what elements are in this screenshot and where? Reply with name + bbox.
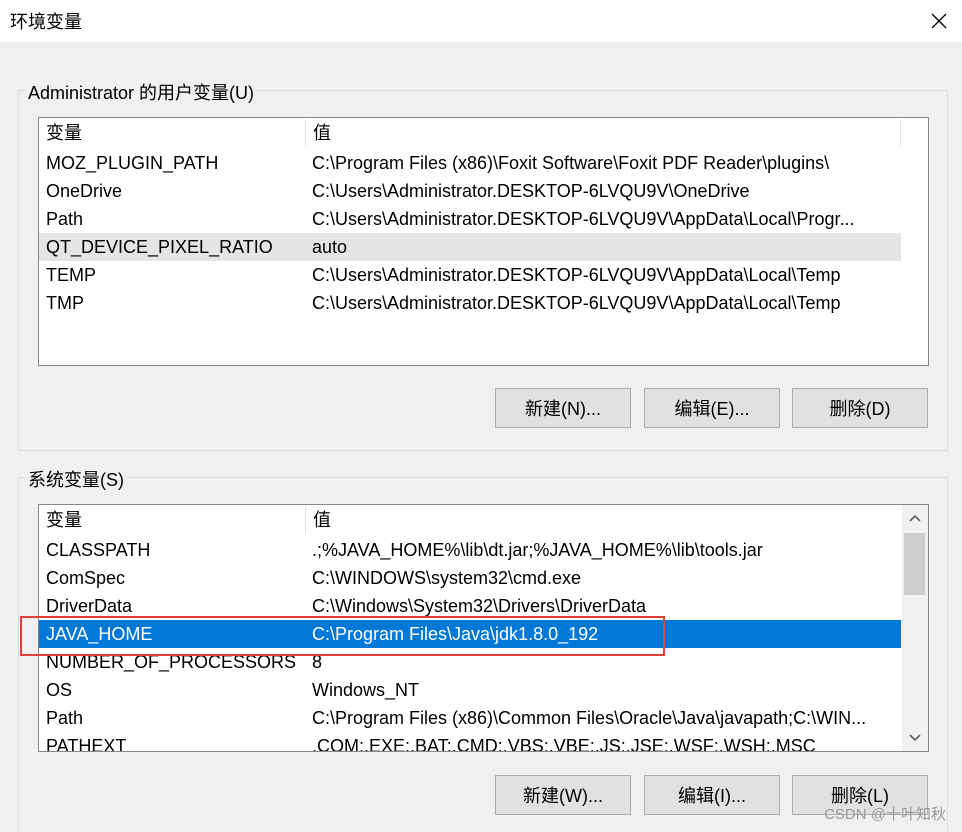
column-header-value[interactable]: 值 xyxy=(306,505,900,535)
variable-name-cell: OneDrive xyxy=(46,181,123,201)
chevron-up-icon xyxy=(909,514,921,522)
table-row[interactable]: Path C:\Program Files (x86)\Common Files\… xyxy=(39,704,901,732)
table-row[interactable]: QT_DEVICE_PIXEL_RATIO auto xyxy=(39,233,901,261)
scroll-up-arrow[interactable] xyxy=(902,505,928,531)
watermark: CSDN @十叶知秋 xyxy=(824,806,946,823)
variable-value-cell: C:\Program Files (x86)\Foxit Software\Fo… xyxy=(312,153,830,173)
variable-name-cell: JAVA_HOME xyxy=(46,624,153,644)
variable-value-cell: .;%JAVA_HOME%\lib\dt.jar;%JAVA_HOME%\lib… xyxy=(312,540,763,560)
table-row[interactable]: TEMP C:\Users\Administrator.DESKTOP-6LVQU… xyxy=(39,261,901,289)
variable-value-cell: C:\Users\Administrator.DESKTOP-6LVQU9V\A… xyxy=(312,293,841,313)
variable-name-cell: Path xyxy=(46,708,84,728)
vertical-scrollbar[interactable] xyxy=(902,505,928,751)
user-new-button[interactable]: 新建(N)... xyxy=(495,388,631,428)
table-row[interactable]: ComSpec C:\WINDOWS\system32\cmd.exe xyxy=(39,564,901,592)
variable-value-cell: C:\Users\Administrator.DESKTOP-6LVQU9V\A… xyxy=(312,265,841,285)
title-bar: 环境变量 xyxy=(0,0,962,42)
scroll-down-arrow[interactable] xyxy=(902,725,928,751)
variable-name-cell: PATHEXT xyxy=(46,736,127,752)
variable-name-cell: MOZ_PLUGIN_PATH xyxy=(46,153,219,173)
system-new-button[interactable]: 新建(W)... xyxy=(495,775,631,815)
close-button[interactable] xyxy=(916,0,962,42)
table-row[interactable]: OS Windows_NT xyxy=(39,676,901,704)
column-header-name[interactable]: 变量 xyxy=(39,118,305,148)
variable-name-cell: QT_DEVICE_PIXEL_RATIO xyxy=(46,237,273,257)
variable-value-cell: C:\WINDOWS\system32\cmd.exe xyxy=(312,568,582,588)
column-separator[interactable] xyxy=(900,119,901,147)
user-list-header: 变量 值 xyxy=(39,118,928,148)
variable-value-cell: auto xyxy=(312,237,348,257)
column-header-name[interactable]: 变量 xyxy=(39,505,305,535)
user-delete-button[interactable]: 删除(D) xyxy=(792,388,928,428)
table-row[interactable]: NUMBER_OF_PROCESSORS 8 xyxy=(39,648,901,676)
chevron-down-icon xyxy=(909,734,921,742)
system-list-header: 变量 值 xyxy=(39,505,928,535)
column-header-value[interactable]: 值 xyxy=(306,118,900,148)
variable-value-cell: Windows_NT xyxy=(312,680,420,700)
scroll-thumb[interactable] xyxy=(904,533,925,595)
window-title: 环境变量 xyxy=(10,12,82,32)
variable-value-cell: 8 xyxy=(312,652,323,672)
table-row[interactable]: DriverData C:\Windows\System32\Drivers\Dr… xyxy=(39,592,901,620)
table-row[interactable]: Path C:\Users\Administrator.DESKTOP-6LVQU… xyxy=(39,205,901,233)
system-variables-list[interactable]: 变量 值 CLASSPATH .;%JAVA_HOME%\lib\dt.jar;%… xyxy=(38,504,929,752)
close-icon xyxy=(931,13,947,29)
variable-name-cell: CLASSPATH xyxy=(46,540,151,560)
variable-value-cell: C:\Users\Administrator.DESKTOP-6LVQU9V\A… xyxy=(312,209,855,229)
user-variables-list[interactable]: 变量 值 MOZ_PLUGIN_PATH C:\Program Files (x8… xyxy=(38,117,929,366)
table-row[interactable]: MOZ_PLUGIN_PATH C:\Program Files (x86)\Fo… xyxy=(39,149,901,177)
variable-name-cell: TMP xyxy=(46,293,84,313)
variable-name-cell: OS xyxy=(46,680,73,700)
system-edit-button[interactable]: 编辑(I)... xyxy=(644,775,780,815)
table-row[interactable]: OneDrive C:\Users\Administrator.DESKTOP-6… xyxy=(39,177,901,205)
variable-name-cell: NUMBER_OF_PROCESSORS xyxy=(46,652,297,672)
variable-name-cell: TEMP xyxy=(46,265,97,285)
variable-value-cell: C:\Windows\System32\Drivers\DriverData xyxy=(312,596,647,616)
table-row[interactable]: JAVA_HOME C:\Program Files\Java\jdk1.8.0_… xyxy=(39,620,901,648)
user-variables-legend: Administrator 的用户变量(U) xyxy=(26,79,257,105)
table-row[interactable]: PATHEXT .COM;.EXE;.BAT;.CMD;.VBS;.VBE;.JS… xyxy=(39,732,901,752)
variable-value-cell: C:\Program Files (x86)\Common Files\Orac… xyxy=(312,708,867,728)
variable-value-cell: C:\Users\Administrator.DESKTOP-6LVQU9V\O… xyxy=(312,181,750,201)
variable-name-cell: DriverData xyxy=(46,596,133,616)
variable-name-cell: ComSpec xyxy=(46,568,126,588)
variable-value-cell: .COM;.EXE;.BAT;.CMD;.VBS;.VBE;.JS;.JSE;.… xyxy=(312,736,816,752)
table-row[interactable]: CLASSPATH .;%JAVA_HOME%\lib\dt.jar;%JAVA_… xyxy=(39,536,901,564)
variable-name-cell: Path xyxy=(46,209,84,229)
variable-value-cell: C:\Program Files\Java\jdk1.8.0_192 xyxy=(312,624,599,644)
system-variables-legend: 系统变量(S) xyxy=(26,466,126,492)
user-edit-button[interactable]: 编辑(E)... xyxy=(644,388,780,428)
table-row[interactable]: TMP C:\Users\Administrator.DESKTOP-6LVQU9… xyxy=(39,289,901,317)
